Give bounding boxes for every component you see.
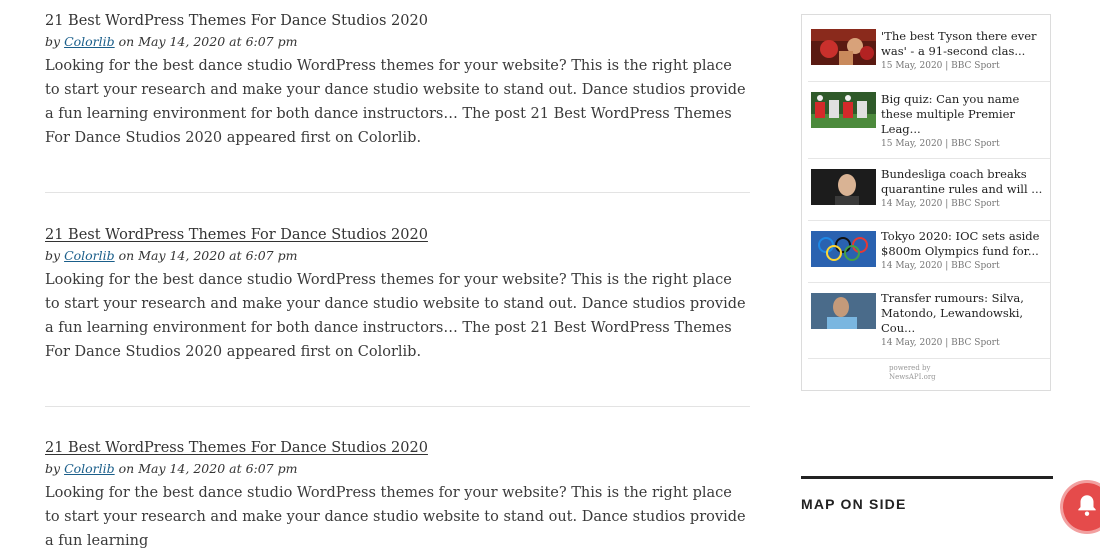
news-title[interactable]: Transfer rumours: Silva, Matondo, Lewand… (881, 291, 1046, 336)
newsapi-label: NewsAPI.org (889, 373, 936, 381)
post-date: on May 14, 2020 at 6:07 pm (118, 248, 298, 263)
news-item[interactable]: Big quiz: Can you name these multiple Pr… (808, 82, 1050, 159)
post-byline: by Colorlib on May 14, 2020 at 6:07 pm (45, 461, 750, 477)
news-title[interactable]: Tokyo 2020: IOC sets aside $800m Olympic… (881, 229, 1046, 259)
post-divider (45, 406, 750, 407)
news-title[interactable]: 'The best Tyson there ever was' - a 91-s… (881, 29, 1046, 59)
widget-title-rule (801, 476, 1053, 479)
news-item[interactable]: Tokyo 2020: IOC sets aside $800m Olympic… (808, 221, 1050, 283)
news-item[interactable]: 'The best Tyson there ever was' - a 91-s… (808, 19, 1050, 82)
post-excerpt: Looking for the best dance studio WordPr… (45, 58, 746, 146)
byline-prefix: by (45, 248, 61, 263)
post-date: on May 14, 2020 at 6:07 pm (118, 461, 298, 476)
news-meta: 14 May, 2020 | BBC Sport (881, 338, 1000, 348)
news-widget: 'The best Tyson there ever was' - a 91-s… (801, 14, 1051, 391)
author-link[interactable]: Colorlib (64, 248, 115, 263)
author-link[interactable]: Colorlib (64, 34, 115, 49)
football-team-photo[interactable] (811, 92, 876, 128)
coach-portrait-photo[interactable] (811, 169, 876, 205)
post-title-link[interactable]: 21 Best WordPress Themes For Dance Studi… (45, 225, 428, 245)
post-date: on May 14, 2020 at 6:07 pm (118, 34, 298, 49)
post-excerpt: Looking for the best dance studio WordPr… (45, 485, 746, 549)
post-item: 21 Best WordPress Themes For Dance Studi… (45, 437, 750, 553)
map-widget-title: MAP ON SIDE (801, 496, 907, 512)
boxing-photo[interactable] (811, 29, 876, 65)
footballer-photo[interactable] (811, 293, 876, 329)
post-byline: by Colorlib on May 14, 2020 at 6:07 pm (45, 248, 750, 264)
notification-button[interactable] (1063, 483, 1100, 531)
bell-icon (1078, 495, 1096, 516)
author-link[interactable]: Colorlib (64, 461, 115, 476)
post-title-link[interactable]: 21 Best WordPress Themes For Dance Studi… (45, 11, 428, 31)
news-title[interactable]: Bundesliga coach breaks quarantine rules… (881, 167, 1046, 197)
news-item[interactable]: Bundesliga coach breaks quarantine rules… (808, 159, 1050, 221)
byline-prefix: by (45, 34, 61, 49)
post-item: 21 Best WordPress Themes For Dance Studi… (45, 224, 750, 364)
olympic-rings-photo[interactable] (811, 231, 876, 267)
post-divider (45, 192, 750, 193)
news-meta: 14 May, 2020 | BBC Sport (881, 261, 1000, 271)
powered-by-label: powered by (889, 364, 931, 372)
news-item[interactable]: Transfer rumours: Silva, Matondo, Lewand… (808, 283, 1050, 359)
news-title[interactable]: Big quiz: Can you name these multiple Pr… (881, 92, 1046, 137)
news-meta: 15 May, 2020 | BBC Sport (881, 139, 1000, 149)
news-meta: 15 May, 2020 | BBC Sport (881, 61, 1000, 71)
post-byline: by Colorlib on May 14, 2020 at 6:07 pm (45, 34, 750, 50)
news-meta: 14 May, 2020 | BBC Sport (881, 199, 1000, 209)
post-title-link[interactable]: 21 Best WordPress Themes For Dance Studi… (45, 438, 428, 458)
post-excerpt: Looking for the best dance studio WordPr… (45, 272, 746, 360)
byline-prefix: by (45, 461, 61, 476)
powered-by-newsapi[interactable]: powered by NewsAPI.org (889, 364, 936, 382)
post-item: 21 Best WordPress Themes For Dance Studi… (45, 10, 750, 150)
